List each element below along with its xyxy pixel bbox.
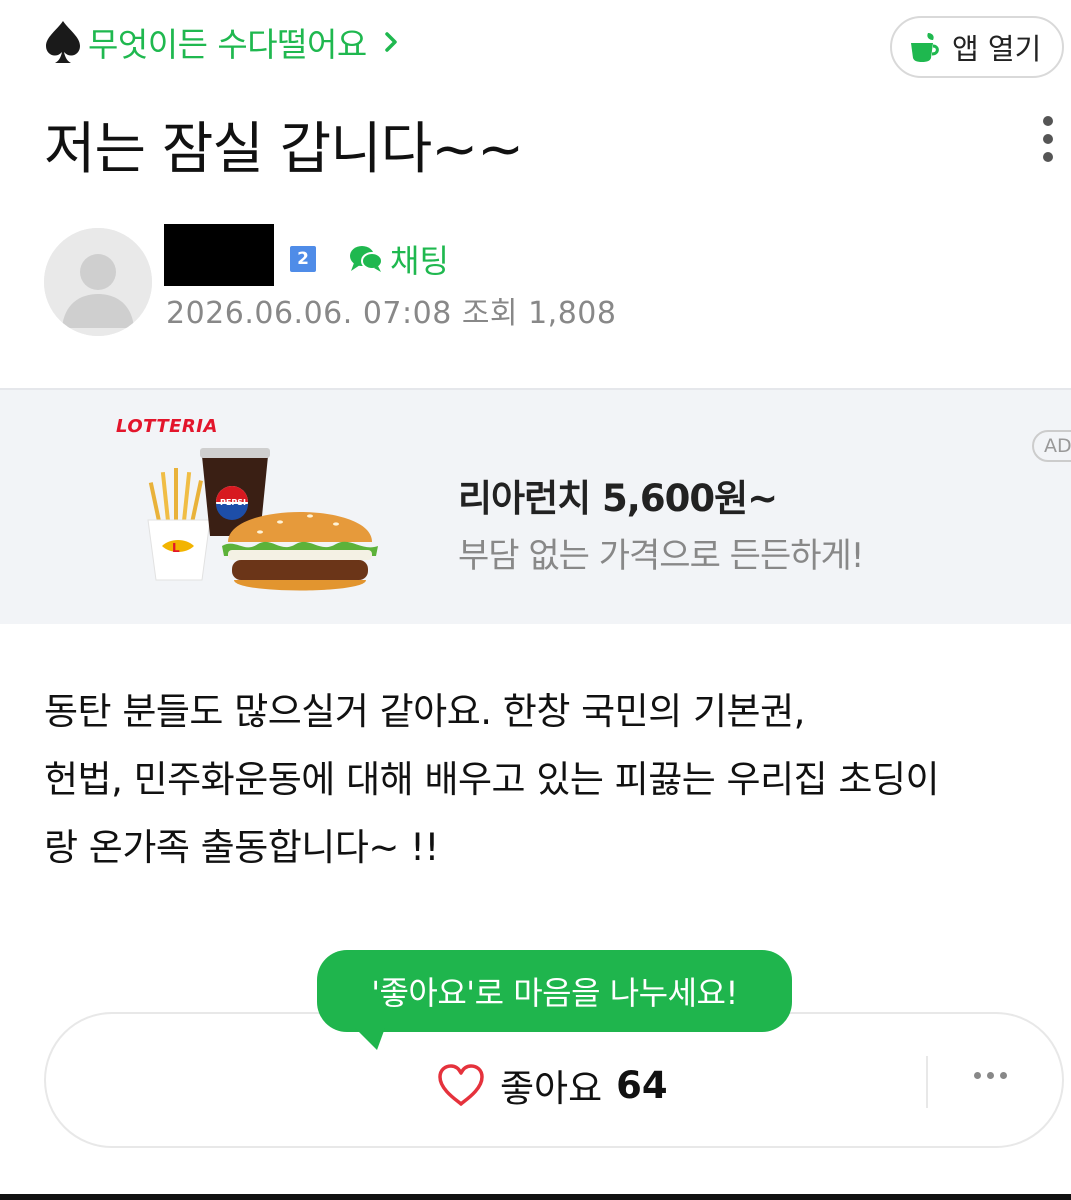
- spade-icon: [46, 21, 80, 63]
- redacted-nickname: [164, 224, 274, 286]
- divider: [926, 1056, 928, 1108]
- burger-icon: [222, 512, 378, 591]
- kebab-dot: [1043, 116, 1053, 126]
- post-body: 동탄 분들도 많으실거 같아요. 한창 국민의 기본권, 헌법, 민주화운동에 …: [44, 678, 1054, 882]
- more-dot: [987, 1072, 994, 1079]
- more-dot: [974, 1072, 981, 1079]
- ad-badge[interactable]: AD: [1032, 430, 1071, 462]
- more-dot: [1000, 1072, 1007, 1079]
- open-app-button[interactable]: 앱 열기: [890, 16, 1064, 78]
- default-profile-icon: [44, 228, 152, 336]
- ad-headline: 리아런치 5,600원~: [458, 477, 778, 520]
- chat-button[interactable]: 채팅: [348, 236, 449, 282]
- bottom-divider: [0, 1194, 1071, 1200]
- share-more-button[interactable]: [974, 1072, 1007, 1079]
- chat-label: 채팅: [390, 242, 449, 280]
- member-level-badge: 2: [290, 246, 316, 272]
- author-section: 2 채팅 2026.06.06. 07:08 조회 1,808: [44, 222, 1044, 342]
- top-bar: 무엇이든 수다떨어요 앱 열기: [0, 0, 1071, 88]
- svg-text:L: L: [172, 541, 180, 555]
- chevron-right-icon: [384, 32, 397, 52]
- like-label: 좋아요: [500, 1067, 603, 1110]
- like-tooltip: '좋아요'로 마음을 나누세요!: [317, 950, 792, 1050]
- burger-set-image: L PEPSI: [147, 448, 378, 591]
- post-meta: 2026.06.06. 07:08 조회 1,808: [166, 296, 617, 331]
- chat-bubble-icon: [350, 246, 383, 272]
- open-app-label: 앱 열기: [952, 32, 1042, 66]
- ad-brand-logo: LOTTERIA: [116, 416, 218, 437]
- like-tooltip-text: '좋아요'로 마음을 나누세요!: [371, 974, 738, 1012]
- post-title: 저는 잠실 갑니다~~: [44, 117, 524, 182]
- more-options-button[interactable]: [1030, 114, 1066, 164]
- post-body-line: 동탄 분들도 많으실거 같아요. 한창 국민의 기본권,: [44, 690, 805, 733]
- svg-text:PEPSI: PEPSI: [220, 498, 246, 507]
- kebab-dot: [1043, 134, 1053, 144]
- post-body-line: 헌법, 민주화운동에 대해 배우고 있는 피끓는 우리집 초딩이: [44, 758, 940, 801]
- coffee-cup-icon: [911, 33, 939, 62]
- board-name: 무엇이든 수다떨어요: [88, 25, 367, 64]
- tooltip-tail: [355, 1028, 385, 1050]
- heart-icon: [438, 1064, 484, 1106]
- post-body-line: 랑 온가족 출동합니다~ !!: [44, 826, 439, 869]
- ad-banner[interactable]: LOTTERIA L PEPSI 리아런치 5,600원~ 부담 없는 가격으로…: [0, 388, 1071, 624]
- like-button[interactable]: 좋아요 64: [436, 1058, 668, 1112]
- board-link[interactable]: 무엇이든 수다떨어요: [44, 18, 399, 66]
- like-count: 64: [616, 1063, 668, 1107]
- avatar[interactable]: [44, 228, 152, 336]
- kebab-dot: [1043, 152, 1053, 162]
- like-bar: 좋아요 64: [44, 1012, 1064, 1148]
- ad-subtitle: 부담 없는 가격으로 든든하게!: [458, 536, 864, 576]
- fries-icon: L: [147, 468, 211, 581]
